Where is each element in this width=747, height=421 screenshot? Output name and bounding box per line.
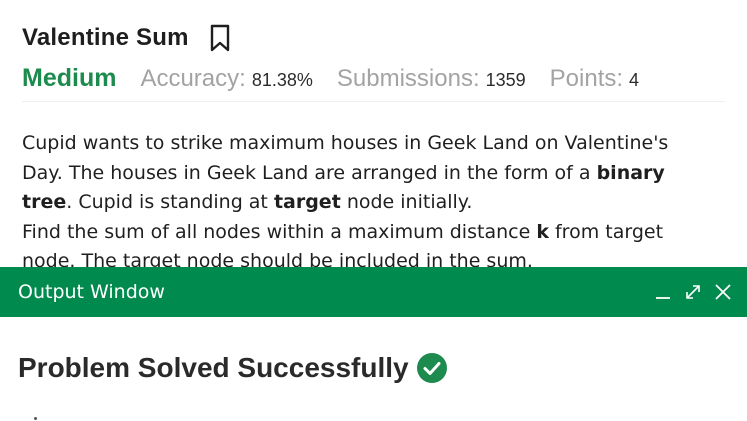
description-text: Find the sum of all nodes within a maxim… (22, 220, 537, 243)
output-window-title: Output Window (18, 281, 165, 303)
minimize-icon[interactable] (653, 282, 673, 302)
points-label: Points: (549, 65, 624, 92)
description-text: Cupid wants to strike maximum houses in … (22, 132, 669, 184)
bookmark-icon[interactable] (209, 24, 231, 52)
result-message: Problem Solved Successfully (18, 352, 409, 383)
problem-meta: Medium Accuracy: 81.38% Submissions: 135… (22, 64, 725, 93)
description-paragraph-1: Cupid wants to strike maximum houses in … (22, 129, 707, 218)
accuracy-value: 81.38% (251, 70, 313, 90)
problem-title: Valentine Sum (22, 24, 189, 51)
description-bold-text: target (273, 191, 341, 213)
description-text: node initially. (340, 191, 473, 213)
problem-description: Cupid wants to strike maximum houses in … (22, 129, 707, 277)
difficulty-badge: Medium (22, 64, 117, 92)
result-status: Problem Solved Successfully (18, 352, 448, 384)
description-text: . Cupid is standing at (66, 191, 274, 213)
description-bold-text: k (536, 220, 549, 243)
check-circle-icon (416, 352, 448, 384)
title-row: Valentine Sum (22, 22, 725, 54)
submissions-value: 1359 (485, 70, 526, 90)
points-value: 4 (629, 70, 640, 90)
close-icon[interactable] (713, 282, 733, 302)
problem-header: Valentine Sum Medium Accuracy: 81.38% Su… (22, 22, 725, 93)
window-controls (653, 282, 733, 302)
submissions-label: Submissions: (336, 65, 480, 92)
scroll-indicator (34, 417, 37, 420)
output-window-header: Output Window (0, 267, 747, 317)
expand-icon[interactable] (683, 282, 703, 302)
accuracy-label: Accuracy: (140, 65, 246, 92)
header-divider (22, 101, 725, 102)
